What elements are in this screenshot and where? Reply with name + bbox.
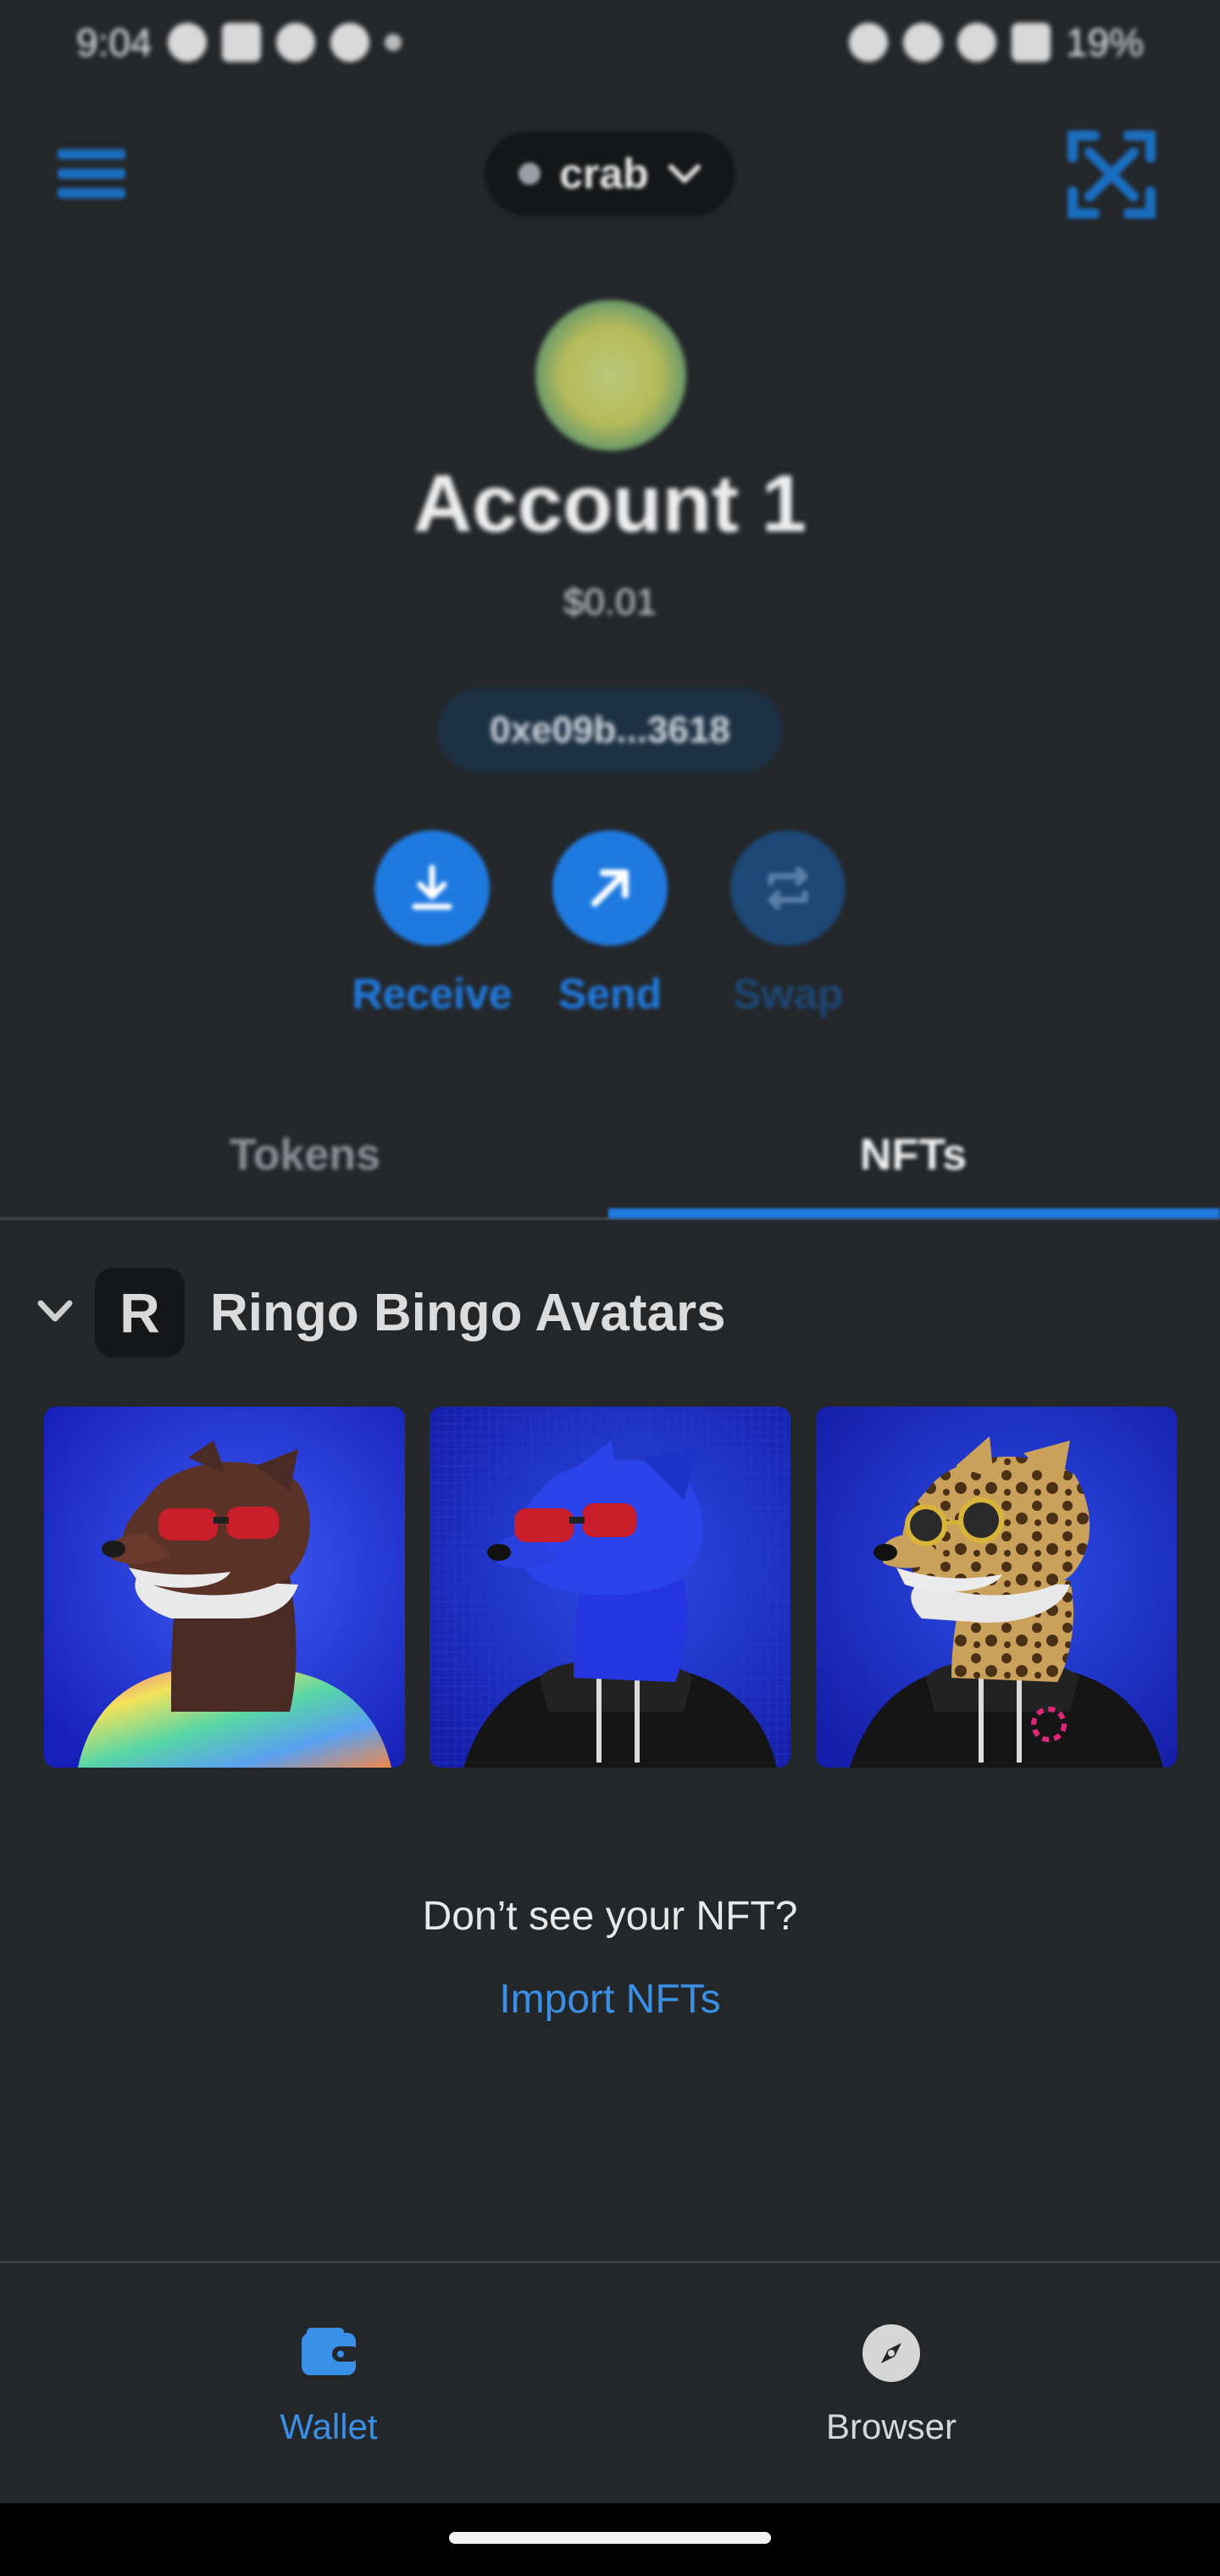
- bottom-navigation: Wallet Browser: [0, 2261, 1220, 2503]
- notification-icon: [167, 23, 207, 62]
- nav-browser-label: Browser: [825, 2407, 957, 2446]
- nft-card[interactable]: [44, 1407, 405, 1768]
- nft-leopard-hoodie-image: [816, 1407, 1177, 1768]
- nav-wallet-label: Wallet: [280, 2407, 378, 2446]
- wallet-header: crab: [0, 127, 1220, 220]
- chevron-down-icon: [668, 164, 701, 183]
- nft-dog-blue-hoodie-image: [430, 1407, 790, 1768]
- receive-icon: [374, 830, 490, 946]
- scan-qr-icon[interactable]: [1064, 127, 1159, 222]
- network-name: crab: [559, 150, 649, 197]
- swap-icon: [730, 830, 846, 946]
- send-button[interactable]: Send: [517, 830, 703, 1019]
- status-right: 19%: [848, 19, 1144, 65]
- system-navigation-bar: [0, 2503, 1220, 2576]
- nft-dog-tie-dye-image: [44, 1407, 405, 1768]
- compass-icon: [862, 2324, 920, 2382]
- collection-badge: R: [95, 1268, 185, 1357]
- more-notifications-icon: [384, 34, 402, 51]
- active-tab-indicator: [608, 1208, 1220, 1219]
- account-address-button[interactable]: 0xe09b...3618: [437, 688, 783, 773]
- swap-button[interactable]: Swap: [695, 830, 881, 1019]
- nft-card[interactable]: [430, 1407, 790, 1768]
- twitter-icon: [275, 23, 315, 62]
- chevron-down-icon[interactable]: [34, 1295, 76, 1329]
- wallet-icon: [302, 2328, 359, 2375]
- collection-header[interactable]: R Ringo Bingo Avatars: [0, 1268, 1220, 1361]
- signal-icon: [957, 23, 996, 62]
- collection-name: Ringo Bingo Avatars: [210, 1284, 726, 1342]
- account-balance: $0.01: [563, 581, 657, 623]
- account-address: 0xe09b...3618: [490, 709, 730, 751]
- import-nfts-label: Import NFTs: [499, 1977, 721, 2022]
- missing-nft-prompt: Don’t see your NFT?: [422, 1894, 798, 1939]
- do-not-disturb-icon: [848, 23, 888, 62]
- import-nfts-link[interactable]: Import NFTs: [0, 1976, 1220, 2023]
- antenna-icon: [330, 23, 369, 62]
- wifi-icon: [902, 23, 942, 62]
- app-notification-icon: [221, 23, 261, 62]
- nft-card[interactable]: [816, 1407, 1177, 1768]
- status-left: 9:04: [76, 19, 402, 65]
- receive-label: Receive: [352, 970, 513, 1018]
- network-status-dot: [518, 163, 541, 185]
- network-selector[interactable]: crab: [485, 131, 735, 216]
- tab-tokens[interactable]: Tokens: [0, 1093, 610, 1217]
- nav-browser[interactable]: Browser: [764, 2323, 1018, 2447]
- asset-tabs: Tokens NFTs: [0, 1093, 1220, 1220]
- receive-button[interactable]: Receive: [339, 830, 525, 1019]
- send-label: Send: [557, 970, 663, 1018]
- battery-icon: [1011, 23, 1051, 62]
- nav-wallet[interactable]: Wallet: [202, 2323, 456, 2447]
- menu-icon[interactable]: [58, 146, 125, 202]
- account-avatar[interactable]: [535, 300, 686, 451]
- status-bar: 9:04 19%: [0, 0, 1220, 85]
- tab-nfts[interactable]: NFTs: [608, 1093, 1218, 1217]
- home-indicator[interactable]: [449, 2532, 771, 2544]
- swap-label: Swap: [732, 970, 844, 1018]
- send-icon: [552, 830, 668, 946]
- account-name[interactable]: Account 1: [0, 458, 1220, 551]
- status-time: 9:04: [76, 20, 152, 64]
- battery-percent: 19%: [1065, 20, 1144, 64]
